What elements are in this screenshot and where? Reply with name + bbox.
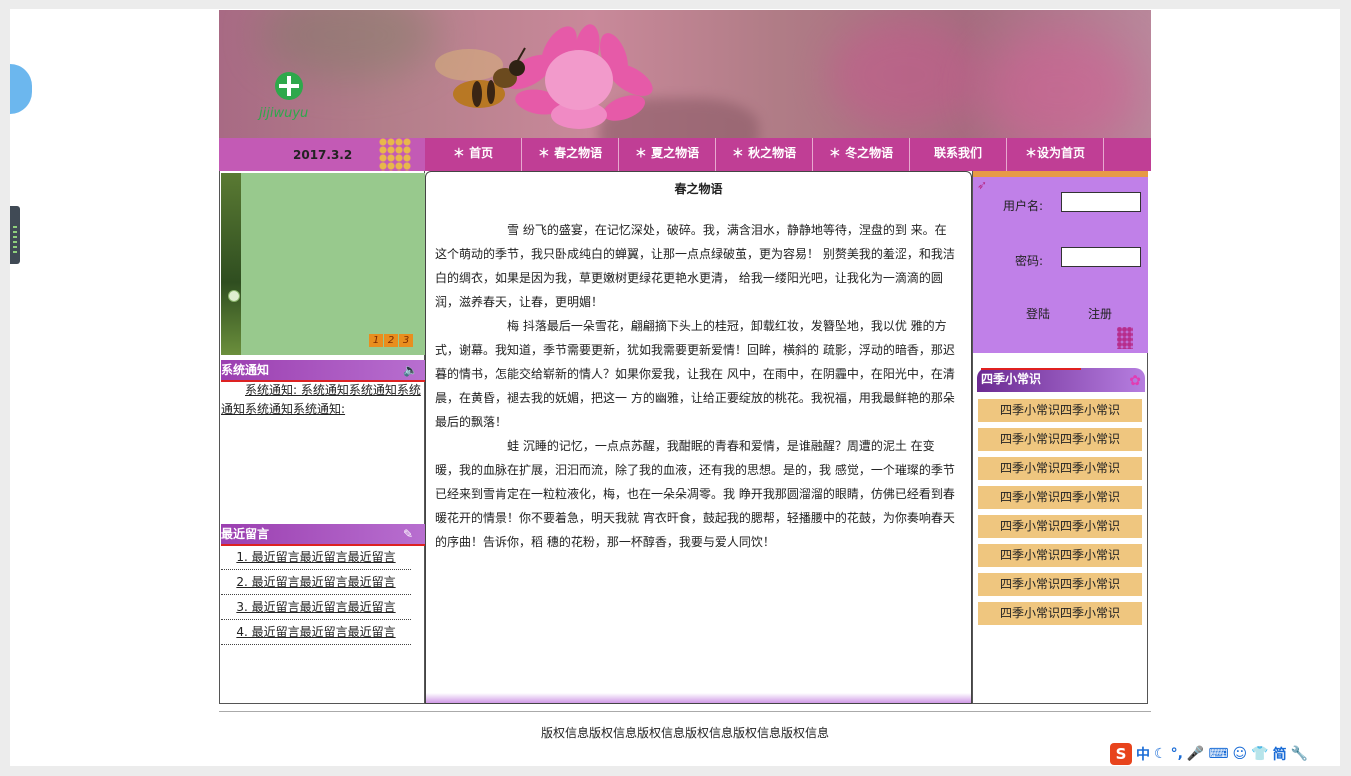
notice-text[interactable]: 系统通知: 系统通知系统通知系统通知系统通知系统通知:: [221, 381, 421, 419]
username-input[interactable]: [1061, 192, 1141, 212]
site-logo-text: jijiwuyu: [259, 106, 309, 121]
browser-frame-right: [1340, 0, 1351, 776]
article-paragraph: 雪 纷飞的盛宴，在记忆深处，破碎。我，满含泪水，静静地等待，涅盘的到 来。在这个…: [435, 223, 955, 309]
nav-home[interactable]: ＊ 首页: [425, 138, 522, 171]
nav-winter[interactable]: ＊ 冬之物语: [813, 138, 910, 171]
nav-autumn[interactable]: ＊ 秋之物语: [716, 138, 813, 171]
messages-header: 最近留言 ✎: [221, 524, 425, 546]
date-box: 2017.3.2: [219, 138, 425, 171]
slider-image-strip: [221, 173, 241, 355]
tip-item[interactable]: 四季小常识四季小常识: [978, 544, 1142, 567]
keyboard-icon[interactable]: ⌨: [1208, 746, 1228, 762]
moon-icon[interactable]: ☾: [1154, 746, 1167, 762]
tip-item[interactable]: 四季小常识四季小常识: [978, 515, 1142, 538]
slider-page-3[interactable]: 3: [399, 334, 413, 347]
nav-set-homepage[interactable]: ＊设为首页: [1007, 138, 1104, 171]
article-paragraph: 蛙 沉睡的记忆，一点点苏醒，我酣眠的青春和爱情，是谁融醒？周遭的泥土 在变暖，我…: [435, 439, 955, 549]
punctuation-icon[interactable]: °,: [1171, 746, 1183, 762]
footer-copyright: 版权信息版权信息版权信息版权信息版权信息版权信息: [540, 726, 829, 740]
nav-summer[interactable]: ＊ 夏之物语: [619, 138, 716, 171]
ime-language-toggle[interactable]: 中: [1136, 744, 1150, 764]
simplified-icon[interactable]: 简: [1273, 744, 1287, 764]
article-paragraph: 梅 抖落最后一朵雪花，翩翩摘下头上的桂冠，卸载红妆，发簪坠地，我以优 雅的方式，…: [435, 319, 955, 429]
right-column: ➶ 用户名: 密码: 登陆 注册 四季小常识 ✿ 四季小常识四季小常识 四季小常…: [972, 171, 1148, 704]
article-body: 雪 纷飞的盛宴，在记忆深处，破碎。我，满含泪水，静静地等待，涅盘的到 来。在这个…: [435, 218, 957, 554]
shirt-icon[interactable]: 👕: [1251, 746, 1268, 762]
image-slider: 1 2 3: [221, 173, 425, 355]
side-meter-widget[interactable]: [10, 206, 20, 264]
nav-contact[interactable]: 联系我们: [910, 138, 1007, 171]
main-navbar: 2017.3.2 ＊ 首页 ＊ 春之物语 ＊ 夏之物语 ＊ 秋之物语 ＊ 冬之物…: [219, 138, 1151, 171]
diamond-pattern-icon: [379, 138, 411, 171]
left-column: 1 2 3 系统通知 🔈 系统通知: 系统通知系统通知系统通知系统通知系统通知:…: [219, 171, 425, 704]
user-icon[interactable]: ☺: [1233, 746, 1248, 762]
nav-menu: ＊ 首页 ＊ 春之物语 ＊ 夏之物语 ＊ 秋之物语 ＊ 冬之物语 联系我们 ＊设…: [425, 138, 1104, 171]
site-logo-icon[interactable]: [275, 72, 303, 100]
tip-item[interactable]: 四季小常识四季小常识: [978, 486, 1142, 509]
nav-spring[interactable]: ＊ 春之物语: [522, 138, 619, 171]
username-label: 用户名:: [1003, 199, 1044, 213]
dewdrop-image: [229, 291, 239, 301]
sogou-logo-icon[interactable]: S: [1110, 743, 1132, 765]
speaker-icon: 🔈: [403, 363, 418, 377]
message-item[interactable]: 2. 最近留言最近留言最近留言: [221, 570, 411, 595]
register-button[interactable]: 注册: [1088, 305, 1112, 322]
message-item[interactable]: 4. 最近留言最近留言最近留言: [221, 620, 411, 645]
slider-pager: 1 2 3: [369, 334, 413, 347]
microphone-icon[interactable]: 🎤: [1187, 746, 1204, 762]
tips-title: 四季小常识: [981, 372, 1042, 386]
dot-pattern-icon: [1117, 327, 1133, 349]
current-date: 2017.3.2: [293, 148, 353, 162]
tips-list: 四季小常识四季小常识 四季小常识四季小常识 四季小常识四季小常识 四季小常识四季…: [978, 399, 1142, 631]
side-widget-bubble[interactable]: [10, 64, 32, 114]
message-item[interactable]: 1. 最近留言最近留言最近留言: [221, 545, 411, 570]
notice-title: 系统通知: [221, 363, 270, 377]
article-bottom-bar: [426, 693, 971, 703]
browser-frame-left: [0, 0, 10, 776]
tip-item[interactable]: 四季小常识四季小常识: [978, 602, 1142, 625]
tip-item[interactable]: 四季小常识四季小常识: [978, 573, 1142, 596]
login-button[interactable]: 登陆: [1026, 305, 1050, 322]
slider-page-1[interactable]: 1: [369, 334, 383, 347]
tip-item[interactable]: 四季小常识四季小常识: [978, 399, 1142, 422]
bee-flower-image: [435, 24, 653, 129]
login-panel: ➶ 用户名: 密码: 登陆 注册: [973, 171, 1148, 353]
notice-header: 系统通知 🔈: [221, 360, 425, 382]
pencil-icon: ✎: [403, 527, 414, 541]
browser-frame-top: [0, 0, 1351, 9]
password-input[interactable]: [1061, 247, 1141, 267]
article-panel: 春之物语 雪 纷飞的盛宴，在记忆深处，破碎。我，满含泪水，静静地等待，涅盘的到 …: [425, 171, 972, 704]
header-banner: jijiwuyu: [219, 10, 1151, 138]
flower-deco-icon: ✿: [1129, 373, 1141, 389]
tip-item[interactable]: 四季小常识四季小常识: [978, 428, 1142, 451]
pin-icon: ➶: [977, 178, 988, 192]
password-label: 密码:: [1015, 254, 1044, 268]
ime-toolbar: S 中 ☾ °, 🎤 ⌨ ☺ 👕 简 🔧: [1110, 740, 1308, 768]
messages-list: 1. 最近留言最近留言最近留言 2. 最近留言最近留言最近留言 3. 最近留言最…: [221, 545, 411, 645]
message-item[interactable]: 3. 最近留言最近留言最近留言: [221, 595, 411, 620]
wrench-icon[interactable]: 🔧: [1291, 746, 1308, 762]
tip-item[interactable]: 四季小常识四季小常识: [978, 457, 1142, 480]
messages-title: 最近留言: [221, 527, 270, 541]
slider-page-2[interactable]: 2: [384, 334, 398, 347]
article-title: 春之物语: [674, 182, 723, 196]
footer-divider: [219, 711, 1151, 712]
tips-header: 四季小常识 ✿: [977, 368, 1145, 392]
